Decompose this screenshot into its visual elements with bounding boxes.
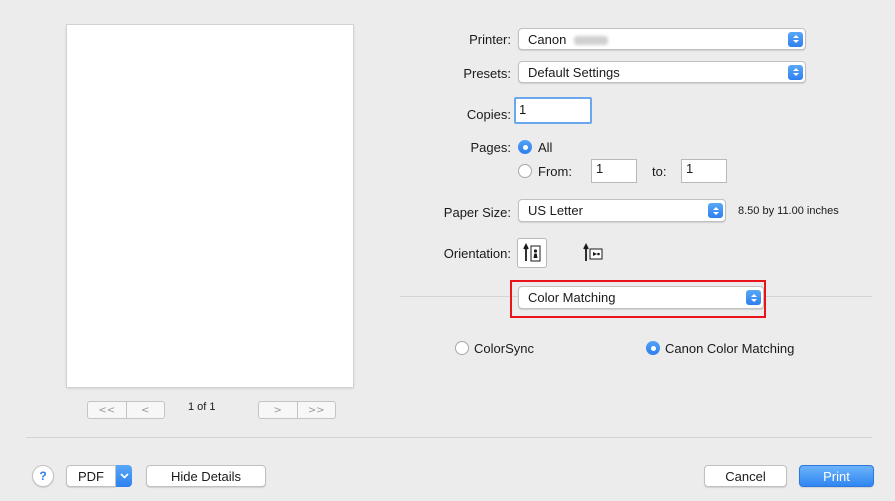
printer-value: Canon	[528, 31, 567, 47]
cancel-button[interactable]: Cancel	[704, 465, 787, 487]
pages-from-radio[interactable]	[518, 164, 532, 178]
copies-label: Copies:	[466, 107, 511, 122]
presets-value: Default Settings	[528, 64, 620, 80]
popup-arrows-icon	[788, 31, 803, 47]
hide-details-button[interactable]: Hide Details	[146, 465, 266, 487]
colorsync-label: ColorSync	[474, 341, 534, 356]
copies-field[interactable]: 1	[514, 97, 592, 124]
pages-label: Pages:	[470, 140, 511, 155]
paper-dimensions: 8.50 by 11.00 inches	[738, 205, 839, 217]
print-preview	[67, 25, 353, 387]
pages-from-field[interactable]: 1	[591, 159, 637, 183]
portrait-orientation-icon	[523, 242, 541, 262]
pdf-button[interactable]: PDF	[66, 465, 116, 487]
pages-all-radio[interactable]	[518, 140, 532, 154]
presets-label: Presets:	[463, 66, 511, 81]
preview-back-nav: << <	[87, 401, 165, 419]
canon-color-matching-label: Canon Color Matching	[665, 341, 795, 356]
print-dialog: << < 1 of 1 > >> Printer: Canon Presets:…	[0, 0, 895, 501]
pages-from-label: From:	[538, 164, 572, 179]
popup-arrows-icon	[788, 64, 803, 80]
canon-color-matching-radio[interactable]	[646, 341, 660, 355]
page-indicator: 1 of 1	[188, 401, 216, 413]
landscape-orientation-button[interactable]	[577, 238, 607, 268]
orientation-label: Orientation:	[443, 246, 511, 261]
chevron-down-icon[interactable]	[116, 465, 132, 487]
portrait-orientation-button[interactable]	[517, 238, 547, 268]
highlight-box	[510, 280, 766, 318]
paper-size-select[interactable]: US Letter	[518, 199, 726, 222]
printer-label: Printer:	[469, 32, 511, 47]
popup-arrows-icon	[708, 203, 723, 218]
next-page-button[interactable]: >	[259, 402, 297, 418]
footer-divider	[26, 437, 872, 438]
preview-forward-nav: > >>	[258, 401, 336, 419]
first-page-button[interactable]: <<	[88, 402, 126, 418]
last-page-button[interactable]: >>	[296, 402, 336, 418]
presets-select[interactable]: Default Settings	[518, 61, 806, 83]
landscape-orientation-icon	[583, 242, 603, 261]
redacted-model	[574, 35, 609, 45]
pages-all-label: All	[538, 140, 553, 155]
paper-size-label: Paper Size:	[443, 205, 511, 220]
pages-to-field[interactable]: 1	[681, 159, 727, 183]
colorsync-radio[interactable]	[455, 341, 469, 355]
previous-page-button[interactable]: <	[125, 402, 165, 418]
pages-to-label: to:	[652, 164, 667, 179]
paper-size-value: US Letter	[528, 203, 583, 218]
help-button[interactable]: ?	[32, 465, 54, 487]
print-button[interactable]: Print	[799, 465, 874, 487]
printer-select[interactable]: Canon	[518, 28, 806, 50]
pdf-menu-button[interactable]: PDF	[66, 465, 132, 487]
